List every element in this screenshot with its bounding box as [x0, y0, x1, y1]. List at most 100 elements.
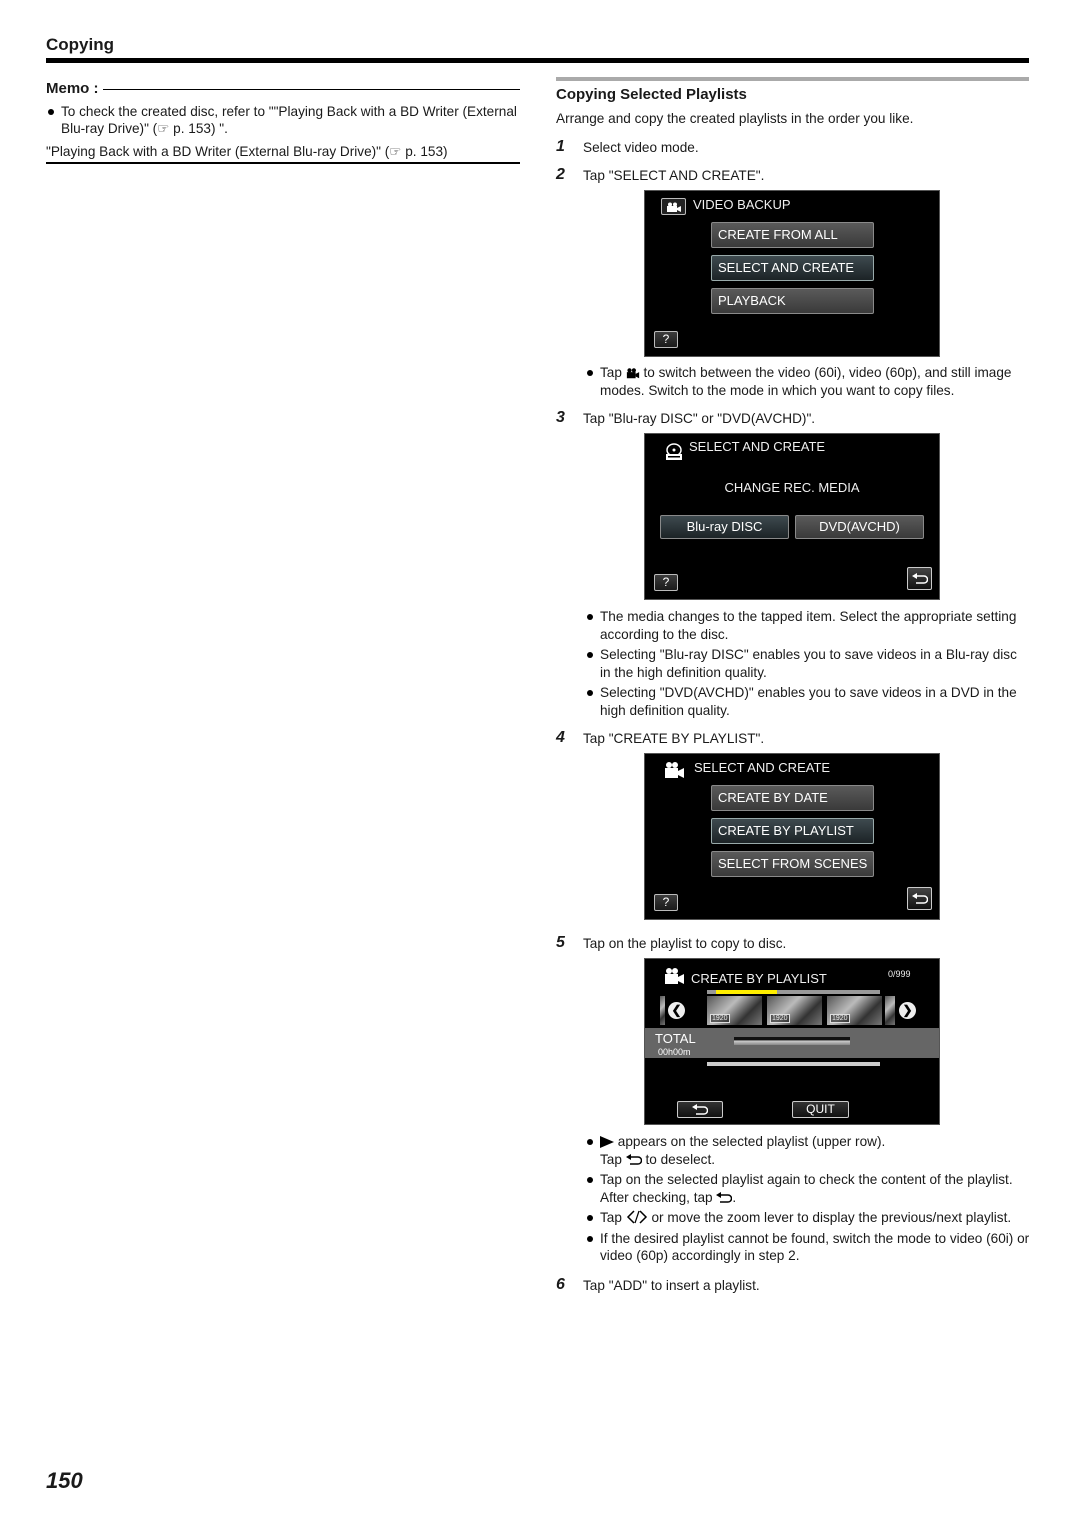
create-from-all-button[interactable]: CREATE FROM ALL	[711, 222, 874, 248]
playlist-thumbnail[interactable]: 1920	[707, 996, 762, 1025]
selected-playlist-slot[interactable]	[734, 1037, 850, 1045]
back-button[interactable]	[907, 567, 932, 590]
scroll-position-indicator	[716, 990, 777, 994]
note-item: Selecting "Blu-ray DISC" enables you to …	[585, 646, 1031, 681]
return-icon	[911, 892, 928, 904]
playlist-scrollbar[interactable]	[707, 990, 880, 994]
section-bar	[556, 77, 1029, 81]
playlist-thumbnail[interactable]: 1920	[767, 996, 822, 1025]
page-number: 150	[46, 1468, 83, 1493]
screen-select-and-create: SELECT AND CREATE CREATE BY DATE CREATE …	[644, 753, 940, 920]
video-mode-icon	[626, 368, 639, 379]
memo-rule	[102, 88, 520, 90]
note-item: If the desired playlist cannot be found,…	[585, 1230, 1031, 1265]
screen-create-by-playlist: CREATE BY PLAYLIST 0/999 ❮ 1920 1920 192…	[644, 958, 940, 1125]
section-title: Copying Selected Playlists	[556, 86, 747, 103]
step-number: 3	[556, 409, 565, 426]
step-3-notes: The media changes to the tapped item. Se…	[585, 608, 1031, 722]
back-button[interactable]	[907, 887, 932, 910]
step-2: 2 Tap "SELECT AND CREATE".	[556, 167, 764, 184]
video-mode-icon[interactable]	[661, 198, 686, 215]
note-pre: Tap	[600, 365, 622, 380]
next-playlist-button[interactable]: ❯	[899, 1002, 916, 1019]
playlist-thumbnail-partial[interactable]	[885, 996, 895, 1025]
step-number: 1	[556, 138, 565, 155]
return-icon	[716, 1191, 733, 1203]
video-mode-icon	[663, 761, 685, 784]
playlist-counter: 0/999	[888, 969, 911, 979]
playlist-thumbnail[interactable]: 1920	[827, 996, 882, 1025]
note-item: Selecting "DVD(AVCHD)" enables you to sa…	[585, 684, 1031, 719]
note-text: Tap	[600, 1151, 622, 1167]
memo-label: Memo :	[46, 80, 99, 97]
return-icon	[692, 1103, 708, 1115]
return-icon	[911, 572, 928, 584]
disc-drive-icon	[664, 443, 684, 466]
playback-button[interactable]: PLAYBACK	[711, 288, 874, 314]
select-from-scenes-button[interactable]: SELECT FROM SCENES	[711, 851, 874, 877]
create-by-playlist-button[interactable]: CREATE BY PLAYLIST	[711, 818, 874, 844]
step-text: Tap on the playlist to copy to disc.	[583, 936, 787, 951]
note-text: or move the zoom lever to display the pr…	[651, 1210, 1012, 1225]
step-number: 5	[556, 934, 565, 951]
step-3: 3 Tap "Blu-ray DISC" or "DVD(AVCHD)".	[556, 410, 815, 427]
step-text: Tap "ADD" to insert a playlist.	[583, 1278, 760, 1293]
screen-video-backup: VIDEO BACKUP CREATE FROM ALL SELECT AND …	[644, 190, 940, 357]
resolution-tag: 1920	[770, 1014, 790, 1023]
note-text: to deselect.	[645, 1151, 716, 1167]
step-text: Tap "SELECT AND CREATE".	[583, 168, 765, 183]
step-text: Select video mode.	[583, 140, 699, 155]
step-5: 5 Tap on the playlist to copy to disc.	[556, 935, 786, 952]
note-item: Tap on the selected playlist again to ch…	[585, 1171, 1031, 1206]
total-time: 00h00m	[658, 1047, 691, 1057]
step-4: 4 Tap "CREATE BY PLAYLIST".	[556, 730, 764, 747]
select-and-create-button[interactable]: SELECT AND CREATE	[711, 255, 874, 281]
note-post: to switch between the video (60i), video…	[600, 365, 1012, 398]
prev-next-icon	[626, 1210, 647, 1224]
play-triangle-icon	[600, 1136, 614, 1148]
note-text: Tap on the selected playlist again to ch…	[600, 1172, 1013, 1187]
step-6: 6 Tap "ADD" to insert a playlist.	[556, 1277, 760, 1294]
step-2-notes: Tap to switch between the video (60i), v…	[585, 364, 1031, 402]
note-item: appears on the selected playlist (upper …	[585, 1133, 1031, 1168]
screen-title: VIDEO BACKUP	[693, 197, 791, 212]
step-text: Tap "CREATE BY PLAYLIST".	[583, 731, 765, 746]
help-button[interactable]: ?	[654, 894, 678, 911]
note-item: The media changes to the tapped item. Se…	[585, 608, 1031, 643]
screen-title: SELECT AND CREATE	[694, 760, 831, 775]
help-button[interactable]: ?	[654, 331, 678, 348]
memo-heading: Memo :	[46, 80, 520, 97]
playlist-thumbnail-partial[interactable]	[660, 996, 665, 1025]
section-intro: Arrange and copy the created playlists i…	[556, 111, 914, 126]
step-text: Tap "Blu-ray DISC" or "DVD(AVCHD)".	[583, 411, 816, 426]
screen-title: SELECT AND CREATE	[689, 439, 826, 454]
resolution-tag: 1920	[710, 1014, 730, 1023]
screen-title: CREATE BY PLAYLIST	[691, 971, 827, 986]
note-item: Tap to switch between the video (60i), v…	[585, 364, 1031, 399]
blu-ray-disc-button[interactable]: Blu-ray DISC	[660, 515, 789, 539]
dvd-avchd-button[interactable]: DVD(AVCHD)	[795, 515, 924, 539]
memo-reference-link[interactable]: "Playing Back with a BD Writer (External…	[46, 143, 520, 164]
resolution-tag: 1920	[830, 1014, 850, 1023]
create-by-date-button[interactable]: CREATE BY DATE	[711, 785, 874, 811]
step-number: 6	[556, 1276, 565, 1293]
screen-select-media: SELECT AND CREATE CHANGE REC. MEDIA Blu-…	[644, 433, 940, 600]
video-mode-icon	[663, 967, 685, 990]
step-number: 4	[556, 729, 565, 746]
step-1: 1 Select video mode.	[556, 139, 699, 156]
return-icon	[625, 1153, 642, 1165]
note-item: Tap or move the zoom lever to display th…	[585, 1209, 1031, 1227]
memo-note: To check the created disc, refer to ""Pl…	[46, 103, 520, 137]
header-title: Copying	[46, 35, 114, 54]
note-text: After checking, tap	[600, 1189, 713, 1205]
step-number: 2	[556, 166, 565, 183]
help-button[interactable]: ?	[654, 574, 678, 591]
note-text: Tap	[600, 1210, 622, 1225]
quit-button[interactable]: QUIT	[792, 1101, 849, 1118]
memo-bullet-text: To check the created disc, refer to ""Pl…	[46, 103, 520, 137]
selected-scrollbar[interactable]	[707, 1062, 880, 1066]
note-text: appears on the selected playlist (upper …	[617, 1134, 886, 1149]
previous-playlist-button[interactable]: ❮	[668, 1002, 685, 1019]
back-button[interactable]	[677, 1101, 723, 1118]
step-5-notes: appears on the selected playlist (upper …	[585, 1133, 1031, 1268]
